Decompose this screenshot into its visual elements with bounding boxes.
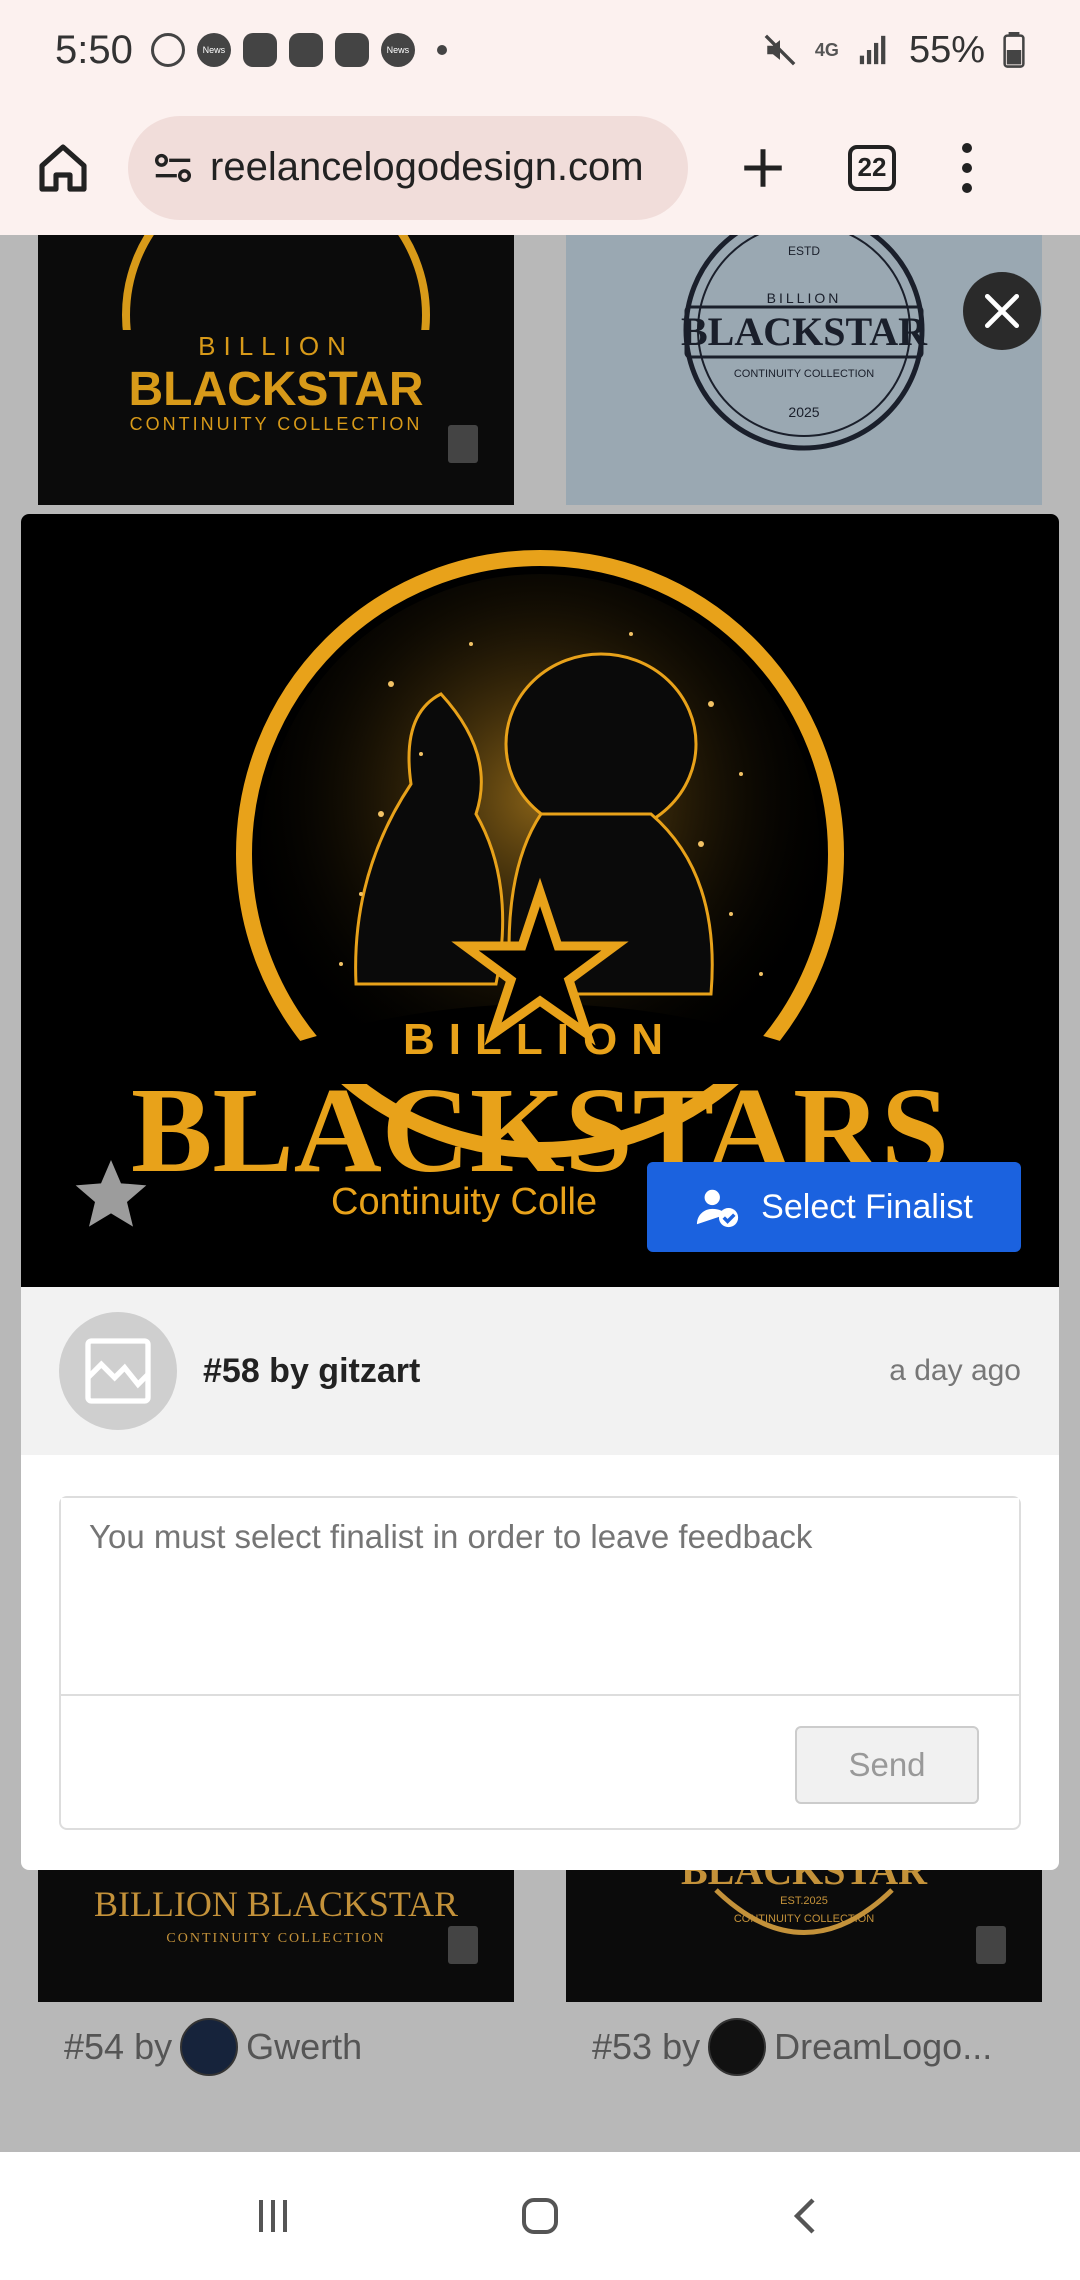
send-button[interactable]: Send — [795, 1726, 979, 1804]
logo-text-line3: CONTINUITY COLLECTION — [734, 1913, 874, 1925]
logo-line-3: Continuity Colle — [331, 1181, 597, 1223]
entry-card-top-left[interactable]: BILLION BLACKSTAR CONTINUITY COLLECTION — [38, 235, 514, 505]
new-tab-button[interactable] — [728, 133, 798, 203]
logo-line-1: BILLION — [403, 1015, 677, 1064]
select-finalist-button[interactable]: Select Finalist — [647, 1162, 1021, 1252]
home-nav-button[interactable] — [500, 2186, 580, 2246]
logo-text-line2: BLACKSTAR — [681, 309, 928, 354]
logo-text-line2: EST.2025 — [780, 1895, 828, 1907]
clock: 5:50 — [55, 27, 133, 72]
feedback-input[interactable] — [61, 1498, 1019, 1696]
wallet-icon — [334, 33, 369, 67]
designer-name: DreamLogo... — [774, 2026, 993, 2067]
entry-title: #58 by gitzart — [203, 1351, 421, 1390]
status-bar: 5:50 News News 4G 55% — [0, 0, 1080, 100]
logo-preview: BILLION BLACKSTARS Continuity Colle Sele… — [21, 514, 1059, 1287]
site-settings-icon[interactable] — [150, 145, 196, 191]
entry-caption-53[interactable]: #53 by DreamLogo... — [592, 2018, 992, 2076]
battery-icon — [1003, 32, 1025, 68]
logo-text-line2: BLACKSTAR — [128, 363, 423, 416]
logo-text-line2: CONTINUITY COLLECTION — [166, 1931, 385, 1946]
favorite-star-icon[interactable] — [71, 1154, 151, 1234]
logo-text-line3: CONTINUITY COLLECTION — [734, 368, 874, 380]
browser-menu-button[interactable] — [952, 133, 982, 203]
entry-timestamp: a day ago — [889, 1354, 1021, 1387]
back-button[interactable] — [767, 2186, 847, 2246]
entry-card-bottom-left[interactable]: BILLION BLACKSTAR CONTINUITY COLLECTION — [38, 1870, 514, 2002]
broken-image-icon — [85, 1338, 151, 1404]
logo-text-year: 2025 — [788, 404, 819, 420]
entry-number: #54 by — [64, 2026, 173, 2067]
logo-thumbnail: ESTD BILLION BLACKSTAR CONTINUITY COLLEC… — [681, 235, 928, 451]
logo-text-line1: BILLION — [198, 331, 354, 361]
entry-caption-54[interactable]: #54 by Gwerth — [64, 2018, 362, 2076]
pdf-icon — [976, 1926, 1006, 1964]
feedback-form: Send — [59, 1496, 1021, 1830]
plus-icon — [744, 148, 782, 187]
pdf-icon — [448, 425, 478, 463]
designer-avatar — [59, 1312, 177, 1430]
wallet-icon — [288, 33, 323, 67]
news-icon: News — [380, 33, 415, 67]
logo-text-line1: BILLION — [767, 290, 842, 306]
logo-text-estd: ESTD — [788, 244, 820, 258]
notification-icons: News News — [150, 33, 447, 67]
recent-apps-button[interactable] — [233, 2186, 313, 2246]
home-icon — [39, 143, 87, 192]
browser-toolbar: reelancelogodesign.com 22 — [0, 100, 1080, 235]
address-bar[interactable]: reelancelogodesign.com — [128, 115, 688, 220]
entry-number: #53 by — [592, 2026, 701, 2067]
logo-thumbnail: BILLION BLACKSTAR CONTINUITY COLLECTION — [94, 1884, 478, 1964]
designer-avatar — [708, 2018, 767, 2076]
home-button[interactable] — [28, 133, 98, 203]
close-icon — [984, 293, 1020, 329]
url-text: reelancelogodesign.com — [210, 145, 644, 189]
logo-text-line3: CONTINUITY COLLECTION — [130, 414, 423, 434]
select-finalist-label: Select Finalist — [761, 1187, 973, 1226]
home-nav-icon — [521, 2198, 558, 2234]
designer-avatar — [180, 2018, 239, 2076]
back-icon — [793, 2198, 815, 2234]
logo-thumbnail: BLACKSTAR EST.2025 CONTINUITY COLLECTION — [681, 1870, 1006, 1964]
logo-text-line1: BILLION BLACKSTAR — [94, 1884, 458, 1924]
logo-thumbnail: BILLION BLACKSTAR CONTINUITY COLLECTION — [98, 235, 478, 470]
close-modal-button[interactable] — [963, 272, 1041, 350]
designer-name: Gwerth — [246, 2026, 363, 2067]
more-notifications-dot — [436, 45, 447, 55]
recent-apps-icon — [259, 2200, 288, 2232]
mute-icon — [764, 34, 796, 66]
entry-card-bottom-right[interactable]: BLACKSTAR EST.2025 CONTINUITY COLLECTION — [566, 1870, 1042, 2002]
pdf-icon — [448, 1926, 478, 1964]
system-nav-bar — [0, 2152, 1080, 2280]
entry-detail-modal: BILLION BLACKSTARS Continuity Colle Sele… — [21, 514, 1059, 1870]
entry-card-top-right[interactable]: ESTD BILLION BLACKSTAR CONTINUITY COLLEC… — [566, 235, 1042, 505]
battery-percent: 55% — [908, 28, 985, 71]
user-check-icon — [697, 1189, 739, 1228]
entry-info-row: #58 by gitzart a day ago — [21, 1287, 1059, 1455]
wallet-icon — [242, 33, 277, 67]
tab-count: 22 — [857, 152, 887, 182]
whatsapp-icon — [150, 33, 185, 67]
tab-switcher-button[interactable]: 22 — [848, 144, 896, 191]
signal-icon — [859, 35, 886, 65]
news-icon: News — [196, 33, 231, 67]
network-type: 4G — [814, 39, 839, 60]
